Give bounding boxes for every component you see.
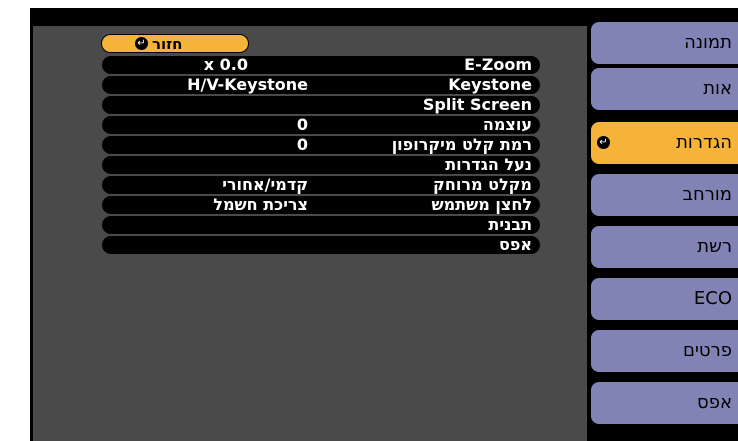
sidebar-item-settings[interactable]: ↵ הגדרות (591, 122, 738, 164)
back-button-label: חזור (152, 35, 183, 53)
row-label: E-Zoom (464, 55, 532, 74)
back-button[interactable]: ↵ חזור (101, 34, 249, 53)
sidebar-item-network[interactable]: רשת (591, 226, 738, 268)
sidebar-item-image[interactable]: תמונה (591, 22, 738, 64)
sidebar-item-label: מורחב (682, 184, 732, 205)
panel-top-border (33, 14, 587, 26)
row-label: אפס (498, 235, 532, 254)
row-value: קדמי/אחורי (222, 175, 308, 194)
row-value: 0 (296, 115, 308, 134)
sidebar-item-extended[interactable]: מורחב (591, 174, 738, 216)
menu-row-split-screen[interactable]: Split Screen (102, 96, 540, 114)
sidebar-item-label: אות (703, 78, 732, 99)
menu-row-user-button[interactable]: לחצן משתמש צריכת חשמל (102, 196, 540, 214)
sidebar-item-info[interactable]: פרטים (591, 330, 738, 372)
return-arrow-icon: ↵ (135, 37, 148, 50)
row-label: עוצמה (482, 115, 532, 134)
sidebar-item-eco[interactable]: ECO (591, 278, 738, 320)
row-value: צריכת חשמל (213, 195, 308, 214)
row-label: רמת קלט מיקרופון (391, 135, 532, 154)
sidebar-item-label: אפס (697, 392, 732, 413)
settings-panel: ↵ חזור E-Zoom x 0.0 Keystone H/V-Keyston… (33, 14, 587, 441)
row-label: מקלט מרוחק (433, 175, 532, 194)
sidebar-item-label: פרטים (682, 340, 732, 361)
row-value: 0 (296, 135, 308, 154)
menu-row-reset[interactable]: אפס (102, 236, 540, 254)
row-value: x 0.0 (203, 55, 248, 74)
menu-row-pattern[interactable]: תבנית (102, 216, 540, 234)
menu-row-remote-receiver[interactable]: מקלט מרוחק קדמי/אחורי (102, 176, 540, 194)
projector-menu-screen: ↵ חזור E-Zoom x 0.0 Keystone H/V-Keyston… (30, 8, 738, 441)
sidebar-item-reset[interactable]: אפס (591, 382, 738, 424)
menu-row-mic-input-level[interactable]: רמת קלט מיקרופון 0 (102, 136, 540, 154)
row-value: H/V-Keystone (187, 75, 308, 94)
sidebar-item-label: הגדרות (676, 132, 732, 153)
menu-row-e-zoom[interactable]: E-Zoom x 0.0 (102, 56, 540, 74)
row-label: נעל הגדרות (445, 155, 532, 174)
row-label: Keystone (448, 75, 532, 94)
sidebar-item-label: ECO (693, 288, 732, 309)
row-label: Split Screen (422, 95, 532, 114)
sidebar-item-label: תמונה (684, 32, 732, 53)
row-label: לחצן משתמש (431, 195, 532, 214)
menu-row-lock-settings[interactable]: נעל הגדרות (102, 156, 540, 174)
row-label: תבנית (488, 215, 532, 234)
sidebar-item-label: רשת (697, 236, 732, 257)
sidebar-item-signal[interactable]: אות (591, 68, 738, 110)
menu-row-keystone[interactable]: Keystone H/V-Keystone (102, 76, 540, 94)
menu-row-volume[interactable]: עוצמה 0 (102, 116, 540, 134)
return-arrow-icon: ↵ (597, 136, 610, 149)
